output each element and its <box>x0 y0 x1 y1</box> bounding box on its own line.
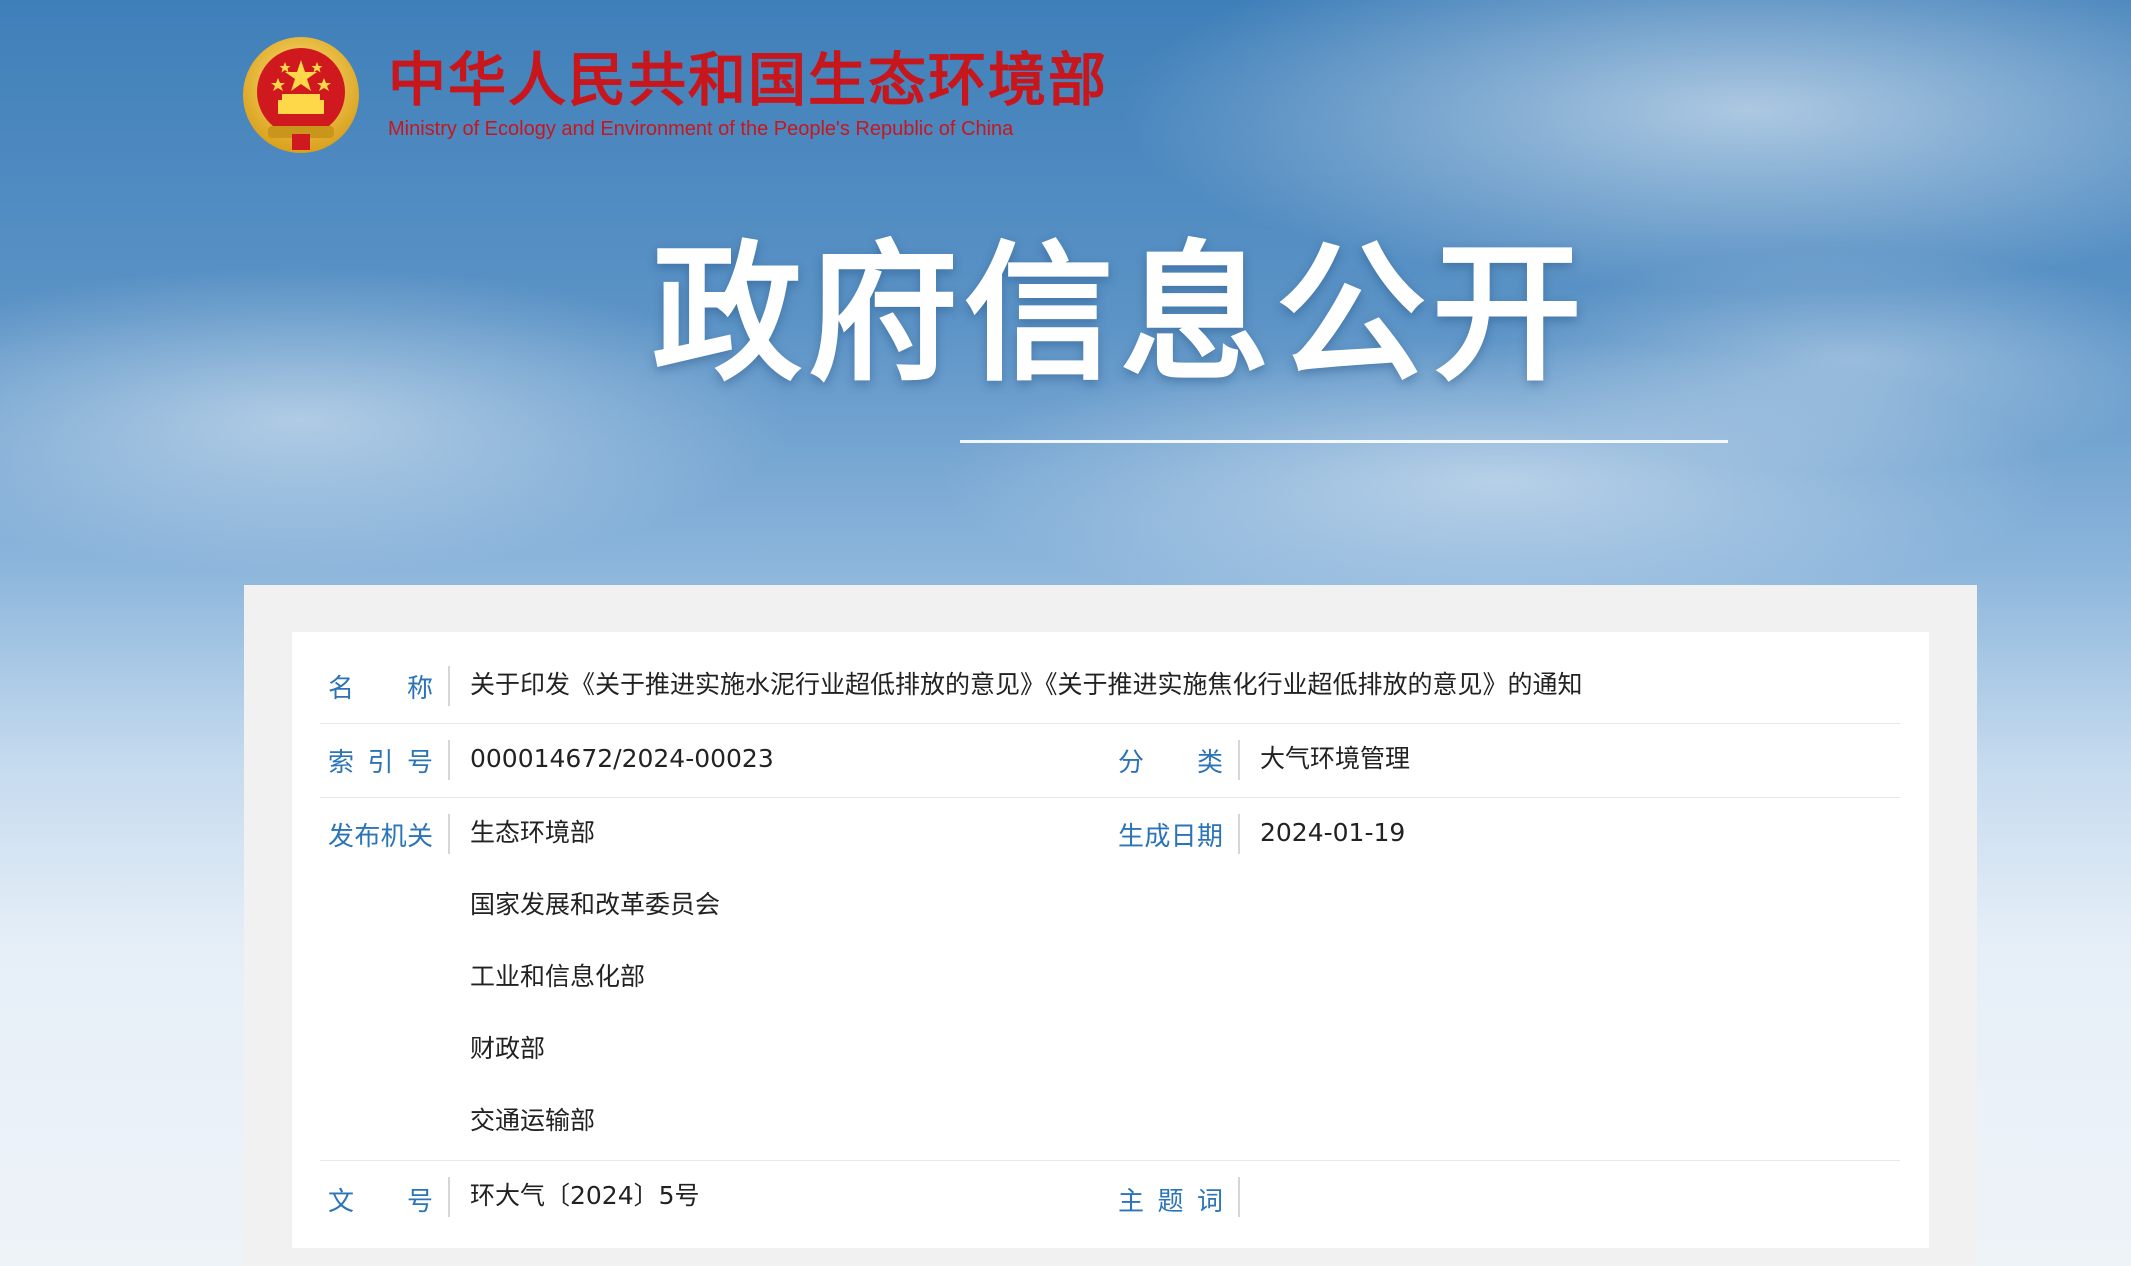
index-value: 000014672/2024-00023 <box>470 744 774 773</box>
publisher-item: 国家发展和改革委员会 <box>470 890 721 919</box>
info-card: 名称 关于印发《关于推进实施水泥行业超低排放的意见》《关于推进实施焦化行业超低排… <box>292 632 1929 1248</box>
row-name: 名称 关于印发《关于推进实施水泥行业超低排放的意见》《关于推进实施焦化行业超低排… <box>320 650 1900 724</box>
publisher-item: 工业和信息化部 <box>470 962 646 991</box>
page-title: 政府信息公开 <box>651 228 1588 402</box>
doc-no-value: 环大气〔2024〕5号 <box>470 1181 700 1210</box>
date-label: 生成日期 <box>1118 822 1223 852</box>
title-divider <box>960 440 1728 443</box>
publisher-label: 发布机关 <box>328 822 433 852</box>
national-emblem-icon[interactable] <box>240 34 362 156</box>
category-label: 分类 <box>1118 748 1223 778</box>
row-doc-no: 文号 环大气〔2024〕5号 主题词 <box>320 1161 1900 1233</box>
doc-no-label: 文号 <box>328 1187 433 1217</box>
name-label: 名称 <box>328 674 433 704</box>
category-value: 大气环境管理 <box>1260 744 1411 773</box>
row-divider <box>1238 814 1240 854</box>
publisher-item: 生态环境部 <box>470 818 596 847</box>
site-name-cn[interactable]: 中华人民共和国生态环境部 <box>388 47 1108 113</box>
name-value: 关于印发《关于推进实施水泥行业超低排放的意见》《关于推进实施焦化行业超低排放的意… <box>470 670 1583 699</box>
publisher-item: 财政部 <box>470 1034 546 1063</box>
row-divider <box>1238 740 1240 780</box>
row-divider <box>448 1177 450 1217</box>
row-divider <box>1238 1177 1240 1217</box>
site-header: 中华人民共和国生态环境部 Ministry of Ecology and Env… <box>240 30 1140 160</box>
publisher-list: 生态环境部 国家发展和改革委员会 工业和信息化部 财政部 交通运输部 <box>470 814 720 1174</box>
row-divider <box>448 666 450 706</box>
row-divider <box>448 740 450 780</box>
site-name-en[interactable]: Ministry of Ecology and Environment of t… <box>388 115 1108 143</box>
row-index: 索引号 000014672/2024-00023 分类 大气环境管理 <box>320 724 1900 798</box>
index-label: 索引号 <box>328 748 433 778</box>
row-publisher: 发布机关 生态环境部 国家发展和改革委员会 工业和信息化部 财政部 交通运输部 … <box>320 798 1900 1161</box>
row-divider <box>448 814 450 854</box>
keywords-label: 主题词 <box>1118 1187 1223 1217</box>
date-value: 2024-01-19 <box>1260 818 1406 847</box>
